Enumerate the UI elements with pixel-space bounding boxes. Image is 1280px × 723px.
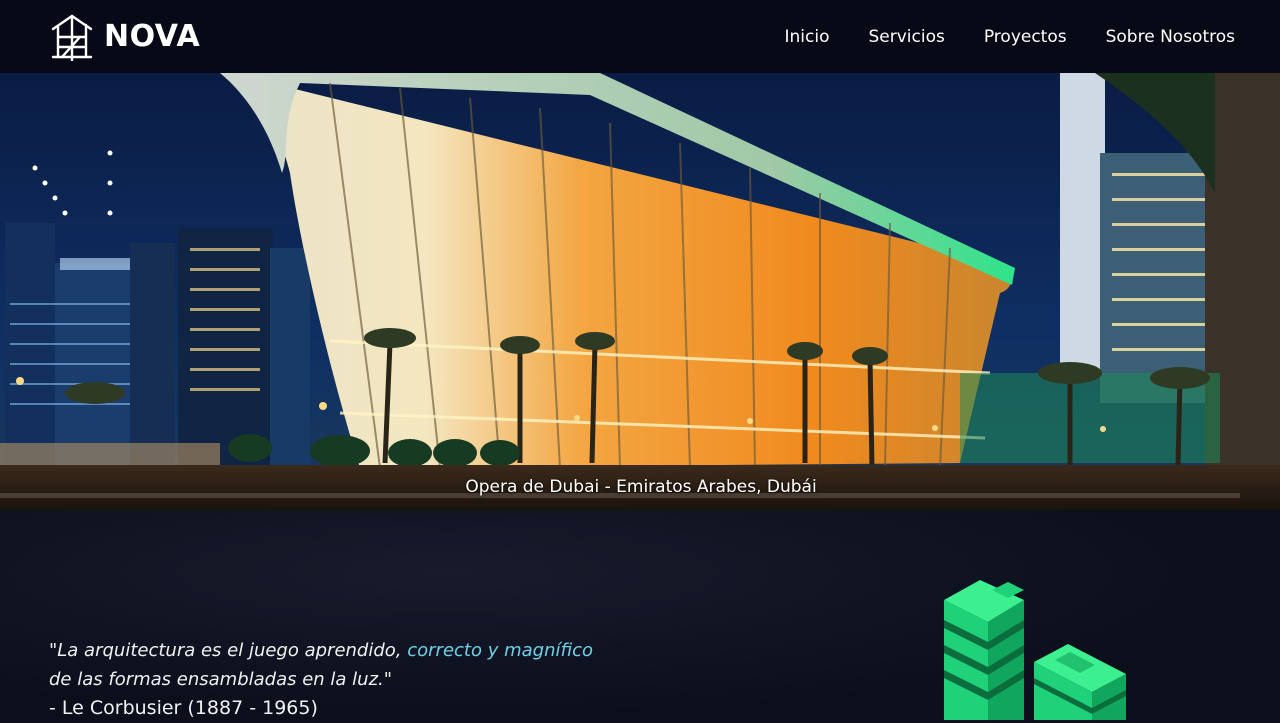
main-nav: Inicio Servicios Proyectos Sobre Nosotro… (785, 27, 1236, 47)
quote-author: - Le Corbusier (1887 - 1965) (49, 697, 318, 719)
quote-accent-text: correcto y magnífico (407, 640, 594, 661)
brand-name: NOVA (104, 19, 201, 54)
brand[interactable]: NOVA (50, 13, 200, 61)
isometric-buildings-icon (944, 580, 1126, 720)
nav-link-inicio[interactable]: Inicio (785, 27, 830, 47)
nav-link-sobre-nosotros[interactable]: Sobre Nosotros (1106, 27, 1235, 47)
quote-text-start: "La arquitectura es el juego aprendido, (49, 640, 408, 661)
nav-link-servicios[interactable]: Servicios (868, 27, 944, 47)
nav-link-proyectos[interactable]: Proyectos (984, 27, 1067, 47)
hero-banner: Opera de Dubai - Emiratos Arabes, Dubái (0, 73, 1280, 510)
architecture-quote: "La arquitectura es el juego aprendido, … (49, 636, 749, 723)
hero-caption-text: Opera de Dubai - Emiratos Arabes, Dubái (465, 477, 817, 497)
hero-caption: Opera de Dubai - Emiratos Arabes, Dubái (0, 477, 1280, 497)
opera-house-photo (0, 73, 1280, 510)
navbar: NOVA Inicio Servicios Proyectos Sobre No… (0, 0, 1280, 73)
quote-line-2: de las formas ensambladas en la luz." (49, 669, 393, 690)
quote-line-1: "La arquitectura es el juego aprendido, … (49, 636, 749, 665)
house-frame-icon (51, 14, 93, 61)
